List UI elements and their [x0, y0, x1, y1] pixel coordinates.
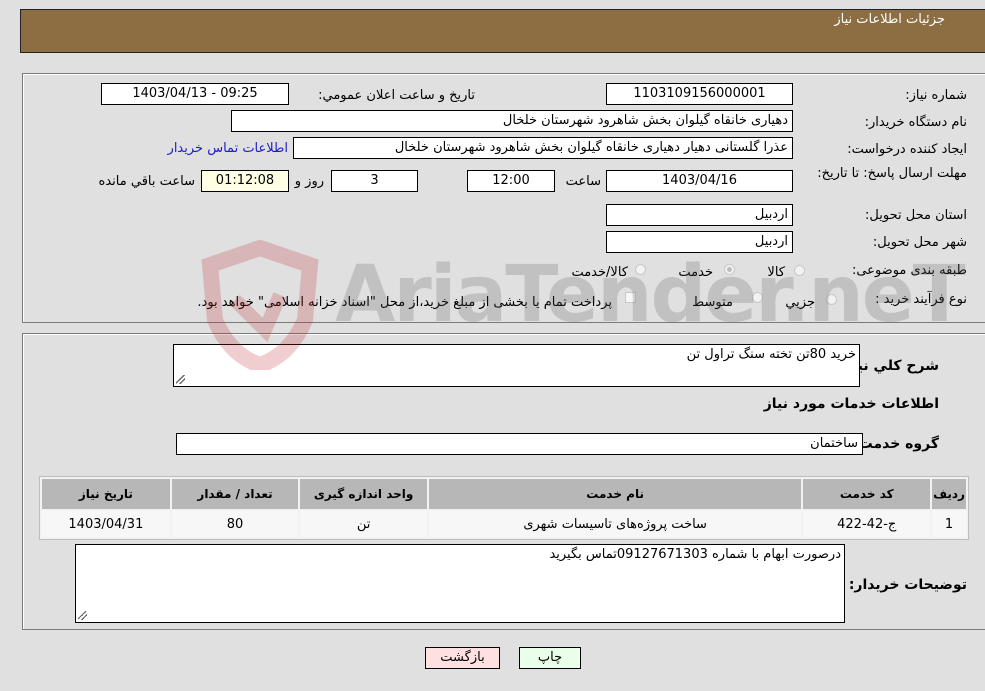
- buyer-contact-link[interactable]: اطلاعات تماس خریدار: [168, 141, 288, 156]
- announce-field: 1403/04/13 - 09:25: [101, 83, 289, 105]
- description-text: خرید 80تن تخته سنگ تراول تن: [686, 347, 856, 362]
- process-label: نوع فرآیند خرید :: [875, 292, 967, 307]
- col-quantity: تعداد / مقدار: [171, 479, 299, 509]
- process-option-minor: جزيي: [785, 295, 815, 310]
- time-label: ساعت: [565, 174, 601, 189]
- cell-quantity: 80: [171, 511, 299, 537]
- service-group-field: ساختمان: [176, 433, 863, 455]
- remaining-label: ساعت باقي مانده: [98, 174, 195, 189]
- service-group-label: گروه خدمت:: [853, 436, 939, 452]
- category-option-goods-service: کالا/خدمت: [571, 265, 628, 280]
- back-button[interactable]: بازگشت: [425, 647, 500, 669]
- cell-need-date: 1403/04/31: [42, 511, 170, 537]
- province-label: استان محل تحویل:: [865, 208, 967, 223]
- table-header-row: تاریخ نیاز تعداد / مقدار واحد اندازه گیر…: [42, 479, 966, 509]
- cell-unit: تن: [300, 511, 427, 537]
- services-heading: اطلاعات خدمات مورد نیاز: [763, 396, 939, 412]
- table-row: 1403/04/31 80 تن ساخت پروژه‌های تاسیسات …: [42, 511, 966, 537]
- services-table-wrapper: تاریخ نیاز تعداد / مقدار واحد اندازه گیر…: [39, 476, 969, 540]
- col-service-name: نام خدمت: [428, 479, 802, 509]
- creator-label: ایجاد کننده درخواست:: [847, 142, 967, 157]
- buyer-notes-text: درصورت ابهام با شماره 09127671303تماس بگ…: [549, 547, 841, 562]
- resize-handle-icon[interactable]: [78, 611, 87, 620]
- need-number-field: 1103109156000001: [606, 83, 793, 105]
- services-table: تاریخ نیاز تعداد / مقدار واحد اندازه گیر…: [39, 476, 969, 540]
- city-field: اردبیل: [606, 231, 793, 253]
- process-radio-minor[interactable]: [826, 294, 837, 305]
- col-service-code: کد خدمت: [803, 479, 931, 509]
- category-option-service: خدمت: [678, 265, 713, 280]
- buyer-org-label: نام دستگاه خریدار:: [864, 115, 967, 130]
- city-label: شهر محل تحویل:: [872, 235, 967, 250]
- category-option-goods: کالا: [767, 265, 785, 280]
- col-unit: واحد اندازه گیری: [300, 479, 427, 509]
- print-button[interactable]: چاپ: [519, 647, 581, 669]
- buyer-org-field: دهیاری خانقاه گیلوان بخش شاهرود شهرستان …: [231, 110, 793, 132]
- buyer-notes-textarea[interactable]: درصورت ابهام با شماره 09127671303تماس بگ…: [75, 544, 845, 623]
- creator-field: عذرا گلستانی دهیار دهیاری خانقاه گیلوان …: [293, 137, 793, 159]
- process-option-medium: متوسط: [692, 295, 733, 310]
- page-title: جزئیات اطلاعات نیاز: [834, 12, 945, 27]
- category-radio-service[interactable]: [724, 264, 735, 275]
- resize-handle-icon[interactable]: [176, 375, 185, 384]
- description-textarea[interactable]: خرید 80تن تخته سنگ تراول تن: [173, 344, 860, 387]
- deadline-time-field: 12:00: [467, 170, 555, 192]
- need-number-label: شماره نیاز:: [905, 88, 967, 103]
- process-radio-medium[interactable]: [752, 292, 763, 303]
- col-row-number: ردیف: [932, 479, 966, 509]
- deadline-date-field: 1403/04/16: [606, 170, 793, 192]
- days-field: 3: [331, 170, 418, 192]
- days-label: روز و: [294, 174, 324, 189]
- category-radio-goods-service[interactable]: [635, 264, 646, 275]
- deadline-label: مهلت ارسال پاسخ: تا تاریخ:: [817, 166, 967, 181]
- category-label: طبقه بندی موضوعی:: [851, 263, 967, 278]
- province-field: اردبیل: [606, 204, 793, 226]
- cell-row-number: 1: [932, 511, 966, 537]
- remaining-time-field: 01:12:08: [201, 170, 289, 192]
- payment-note: پرداخت تمام یا بخشی از مبلغ خرید،از محل …: [197, 295, 612, 310]
- col-need-date: تاریخ نیاز: [42, 479, 170, 509]
- payment-checkbox[interactable]: [625, 292, 636, 303]
- buyer-notes-label: توضیحات خریدار:: [848, 577, 967, 593]
- announce-label: تاریخ و ساعت اعلان عمومي:: [318, 88, 475, 103]
- cell-service-code: ج-42-422: [803, 511, 931, 537]
- cell-service-name: ساخت پروژه‌های تاسیسات شهری: [428, 511, 802, 537]
- category-radio-goods[interactable]: [794, 265, 805, 276]
